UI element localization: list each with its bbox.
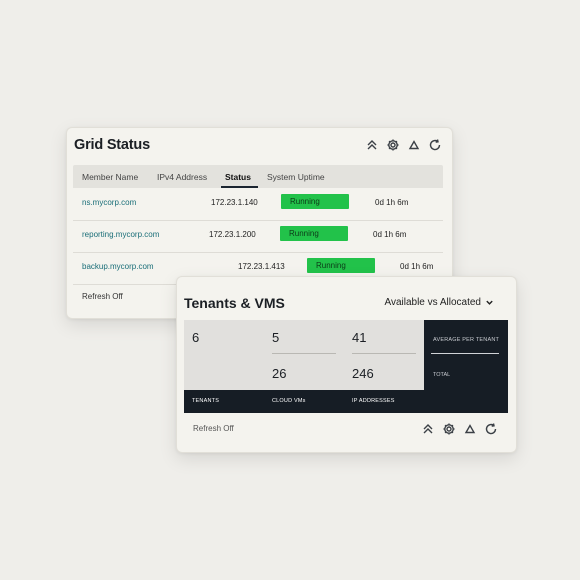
summary-side-panel: AVERAGE PER TENANT TOTAL <box>424 320 508 413</box>
gear-icon[interactable] <box>386 138 400 152</box>
system-uptime: 0d 1h 6m <box>400 262 434 271</box>
tenants-toolbar <box>421 422 498 436</box>
ipv4-address: 172.23.1.413 <box>238 262 285 271</box>
chevrons-up-icon[interactable] <box>365 138 379 152</box>
average-per-tenant-label: AVERAGE PER TENANT <box>433 337 500 343</box>
view-select-dropdown[interactable]: Available vs Allocated <box>384 297 494 308</box>
column-member-name[interactable]: Member Name <box>82 172 138 182</box>
member-name-link[interactable]: backup.mycorp.com <box>82 262 154 271</box>
chevrons-up-icon[interactable] <box>421 422 435 436</box>
refresh-toggle[interactable]: Refresh Off <box>82 292 123 301</box>
triangle-up-icon[interactable] <box>463 422 477 436</box>
refresh-toggle[interactable]: Refresh Off <box>193 424 234 433</box>
triangle-up-icon[interactable] <box>407 138 421 152</box>
table-row[interactable]: reporting.mycorp.com 172.23.1.200 Runnin… <box>73 220 443 253</box>
status-badge: Running <box>281 194 349 209</box>
status-badge: Running <box>307 258 375 273</box>
ip-addresses-allocated: 246 <box>352 366 374 381</box>
tenants-count: 6 <box>192 330 200 345</box>
column-status[interactable]: Status <box>225 172 251 182</box>
grid-status-title: Grid Status <box>74 137 150 153</box>
ip-addresses-label: IP ADDRESSES <box>352 398 395 404</box>
ipv4-address: 172.23.1.200 <box>209 230 256 239</box>
cloud-vms-label: CLOUD VMs <box>272 398 306 404</box>
grid-status-toolbar <box>365 138 442 152</box>
cloud-vms-available: 5 <box>272 330 280 345</box>
stat-divider <box>352 353 416 354</box>
member-name-link[interactable]: ns.mycorp.com <box>82 198 136 207</box>
gear-icon[interactable] <box>442 422 456 436</box>
member-name-link[interactable]: reporting.mycorp.com <box>82 230 159 239</box>
tenants-vms-card: Tenants & VMS Available vs Allocated 6 5… <box>176 276 517 453</box>
side-divider <box>431 353 499 354</box>
stats-labels-bar: TENANTS CLOUD VMs IP ADDRESSES <box>184 390 424 413</box>
grid-table-header: Member Name IPv4 Address Status System U… <box>73 165 443 188</box>
table-row[interactable]: ns.mycorp.com 172.23.1.140 Running 0d 1h… <box>73 188 443 221</box>
refresh-icon[interactable] <box>484 422 498 436</box>
tenants-label: TENANTS <box>192 398 220 404</box>
cloud-vms-allocated: 26 <box>272 366 287 381</box>
stat-divider <box>272 353 336 354</box>
ip-addresses-available: 41 <box>352 330 367 345</box>
system-uptime: 0d 1h 6m <box>373 230 407 239</box>
stats-grid: 6 5 41 26 246 <box>184 320 424 390</box>
tenants-vms-title: Tenants & VMS <box>184 295 285 311</box>
column-ipv4-address[interactable]: IPv4 Address <box>157 172 207 182</box>
ipv4-address: 172.23.1.140 <box>211 198 258 207</box>
chevron-down-icon <box>486 300 493 305</box>
refresh-icon[interactable] <box>428 138 442 152</box>
status-badge: Running <box>280 226 348 241</box>
dropdown-selected-value: Available vs Allocated <box>384 297 481 308</box>
column-system-uptime[interactable]: System Uptime <box>267 172 325 182</box>
system-uptime: 0d 1h 6m <box>375 198 409 207</box>
total-label: TOTAL <box>433 372 451 378</box>
